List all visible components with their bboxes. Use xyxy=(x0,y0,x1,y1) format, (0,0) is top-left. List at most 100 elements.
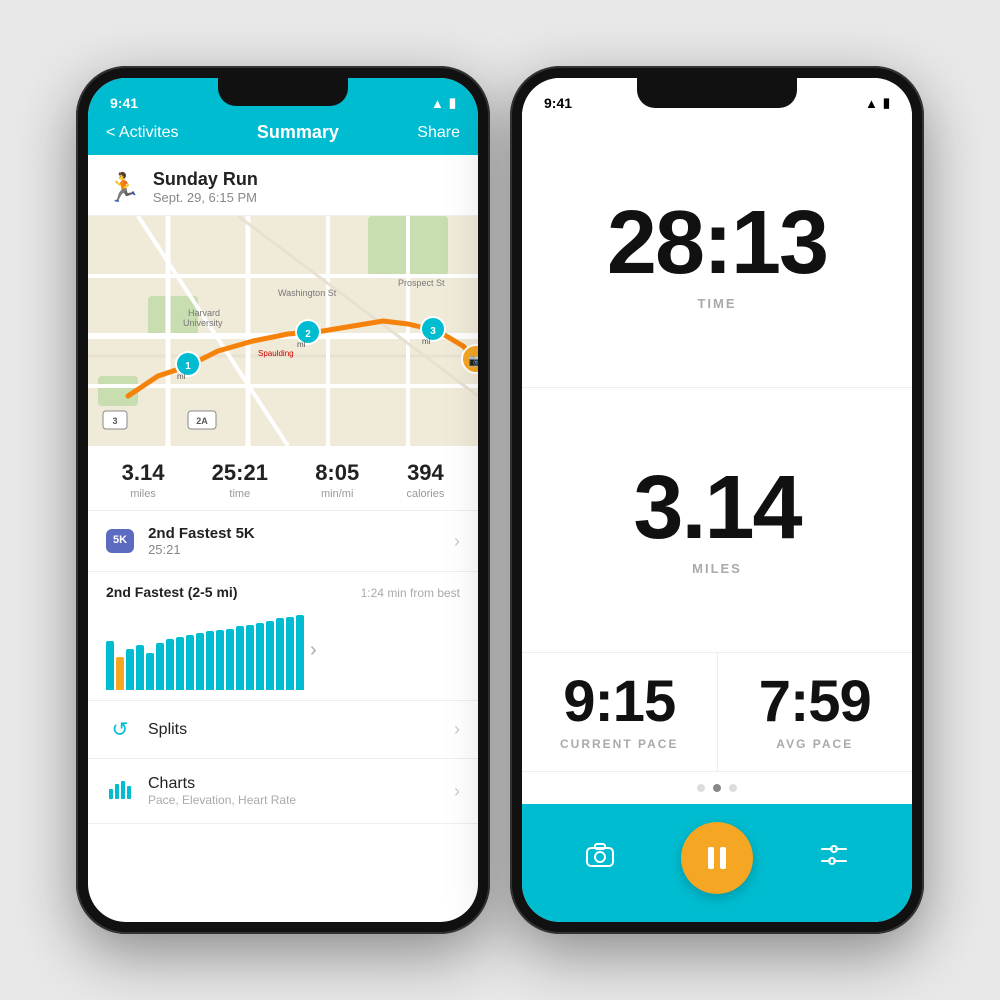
chart-bar-6 xyxy=(166,639,174,690)
run-icon: 🏃 xyxy=(106,171,141,204)
right-screen: 9:41 ▲ ▮ 28:13 TIME 3.14 MILES xyxy=(522,78,912,922)
chart-bar-0 xyxy=(106,641,114,690)
stat-time-value: 25:21 xyxy=(212,460,268,486)
status-icons-left: ▲ ▮ xyxy=(431,95,456,111)
activity-info: Sunday Run Sept. 29, 6:15 PM xyxy=(153,169,258,205)
chart-bar-2 xyxy=(126,649,134,690)
stat-time: 25:21 time xyxy=(212,460,268,500)
stat-pace: 8:05 min/mi xyxy=(315,460,359,500)
charts-title: Charts xyxy=(148,775,454,793)
dot-1[interactable] xyxy=(697,784,705,792)
svg-text:Harvard: Harvard xyxy=(188,308,220,318)
time-metric: 28:13 TIME xyxy=(522,122,912,388)
svg-text:Washington St: Washington St xyxy=(278,288,337,298)
settings-button[interactable] xyxy=(820,844,848,873)
map-view[interactable]: 1 mi 2 mi 3 mi 📷 Harvard University Spau… xyxy=(88,216,478,446)
pr-badge: 5K xyxy=(106,529,134,552)
chart-bar-1 xyxy=(116,657,124,690)
chart-bars xyxy=(106,610,304,690)
pause-button[interactable] xyxy=(681,822,753,894)
svg-text:Spaulding: Spaulding xyxy=(258,349,294,358)
current-pace-metric: 9:15 CURRENT PACE xyxy=(522,653,718,771)
chart-bar-17 xyxy=(276,618,284,690)
svg-text:1: 1 xyxy=(185,361,191,372)
current-pace-label: CURRENT PACE xyxy=(560,737,678,751)
distance-label: MILES xyxy=(692,561,742,576)
splits-text: Splits xyxy=(148,721,454,739)
run-screen: 28:13 TIME 3.14 MILES 9:15 CURRENT PACE … xyxy=(522,122,912,922)
chart-bar-10 xyxy=(206,631,214,690)
camera-button[interactable] xyxy=(586,843,614,874)
distance-metric: 3.14 MILES xyxy=(522,388,912,654)
activity-date: Sept. 29, 6:15 PM xyxy=(153,190,258,205)
stat-calories-label: calories xyxy=(406,488,444,500)
right-phone: 9:41 ▲ ▮ 28:13 TIME 3.14 MILES xyxy=(510,66,924,934)
activity-title: Sunday Run xyxy=(153,169,258,190)
stat-time-label: time xyxy=(212,488,268,500)
pr-info: 2nd Fastest 5K 25:21 xyxy=(148,525,454,557)
notch-left xyxy=(218,78,348,106)
status-time-left: 9:41 xyxy=(110,95,138,111)
splits-menu-item[interactable]: ↺ Splits › xyxy=(88,701,478,759)
time-value: 28:13 xyxy=(607,198,827,288)
svg-text:mi: mi xyxy=(297,340,306,349)
svg-text:2: 2 xyxy=(305,329,311,340)
distance-value: 3.14 xyxy=(633,463,800,553)
stat-pace-label: min/mi xyxy=(315,488,359,500)
svg-text:📷: 📷 xyxy=(469,353,478,367)
nav-title: Summary xyxy=(257,122,339,143)
stat-pace-value: 8:05 xyxy=(315,460,359,486)
charts-chevron-icon: › xyxy=(454,781,460,802)
chart-bar-15 xyxy=(256,623,264,690)
splits-title: Splits xyxy=(148,721,454,739)
status-icons-right: ▲ ▮ xyxy=(865,95,890,111)
time-label: TIME xyxy=(697,296,736,311)
wifi-icon-right: ▲ xyxy=(865,96,878,111)
current-pace-value: 9:15 xyxy=(563,673,675,731)
stat-calories: 394 calories xyxy=(406,460,444,500)
nav-bar: < Activites Summary Share xyxy=(88,122,478,155)
charts-icon xyxy=(106,777,134,805)
left-screen: 9:41 ▲ ▮ < Activites Summary Share 🏃 Sun… xyxy=(88,78,478,922)
page-dots xyxy=(522,772,912,804)
svg-text:3: 3 xyxy=(430,326,436,337)
battery-icon: ▮ xyxy=(449,95,456,111)
charts-subtitle: Pace, Elevation, Heart Rate xyxy=(148,793,454,807)
dot-2[interactable] xyxy=(713,784,721,792)
pr-title: 2nd Fastest 5K xyxy=(148,525,454,542)
avg-pace-label: AVG PACE xyxy=(776,737,853,751)
chart-bar-18 xyxy=(286,617,294,690)
chart-header: 2nd Fastest (2-5 mi) 1:24 min from best xyxy=(106,584,460,600)
left-phone: 9:41 ▲ ▮ < Activites Summary Share 🏃 Sun… xyxy=(76,66,490,934)
chart-bar-3 xyxy=(136,645,144,690)
chart-bar-13 xyxy=(236,626,244,690)
svg-text:Prospect St: Prospect St xyxy=(398,278,445,288)
chart-arrow-icon[interactable]: › xyxy=(310,639,317,662)
pace-metrics: 9:15 CURRENT PACE 7:59 AVG PACE xyxy=(522,653,912,772)
chart-bar-19 xyxy=(296,615,304,690)
stat-miles-value: 3.14 xyxy=(122,460,165,486)
avg-pace-value: 7:59 xyxy=(759,673,871,731)
stat-miles: 3.14 miles xyxy=(122,460,165,500)
status-time-right: 9:41 xyxy=(544,95,572,111)
splits-icon: ↺ xyxy=(106,717,134,742)
chart-bar-5 xyxy=(156,643,164,690)
pr-section[interactable]: 5K 2nd Fastest 5K 25:21 › xyxy=(88,511,478,572)
chevron-right-icon: › xyxy=(454,531,460,552)
svg-text:2A: 2A xyxy=(196,416,208,426)
splits-chevron-icon: › xyxy=(454,719,460,740)
dot-3[interactable] xyxy=(729,784,737,792)
battery-icon-right: ▮ xyxy=(883,95,890,111)
share-button[interactable]: Share xyxy=(417,124,460,142)
chart-bar-4 xyxy=(146,653,154,690)
notch-right xyxy=(637,78,797,108)
bottom-controls xyxy=(522,804,912,922)
chart-bar-12 xyxy=(226,629,234,690)
avg-pace-metric: 7:59 AVG PACE xyxy=(718,653,913,771)
charts-menu-item[interactable]: Charts Pace, Elevation, Heart Rate › xyxy=(88,759,478,824)
svg-text:mi: mi xyxy=(422,337,431,346)
charts-text: Charts Pace, Elevation, Heart Rate xyxy=(148,775,454,807)
back-button[interactable]: < Activites xyxy=(106,124,178,142)
svg-text:mi: mi xyxy=(177,372,186,381)
chart-bar-14 xyxy=(246,625,254,690)
